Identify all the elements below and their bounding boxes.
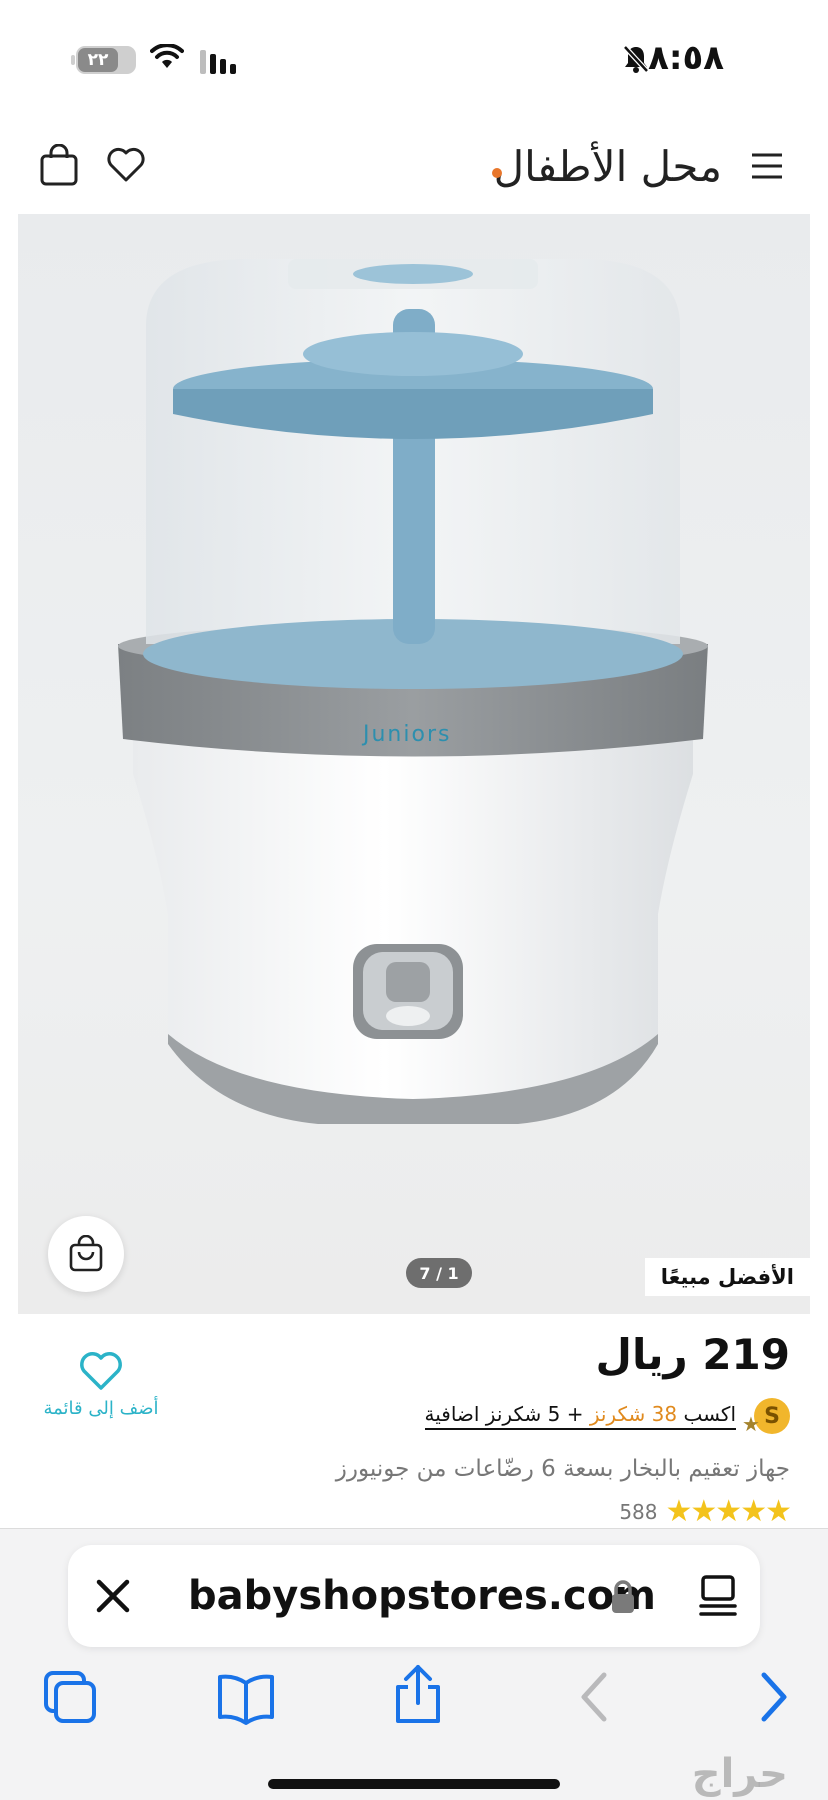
rating-count: 588 <box>619 1499 658 1524</box>
points-suffix: + 5 شكرنز اضافية <box>424 1402 584 1426</box>
wifi-icon <box>150 44 184 68</box>
add-to-list-button[interactable]: أضف إلى قائمة <box>38 1350 164 1419</box>
star-icon: ★ <box>742 1412 760 1436</box>
shukrans-coin-icon: S ★ <box>742 1398 790 1436</box>
shopping-bag-icon[interactable] <box>38 144 80 188</box>
clock: ٨:٥٨ <box>648 38 724 78</box>
close-icon[interactable] <box>90 1573 136 1619</box>
add-to-list-label: أضف إلى قائمة <box>43 1398 159 1419</box>
logo-text: محل الأطفال <box>493 142 722 191</box>
points-highlight: 38 شكرنز <box>589 1402 678 1426</box>
points-prefix: اكسب <box>683 1402 736 1426</box>
status-bar: ٢٢ ٨:٥٨ <box>0 0 828 120</box>
share-icon[interactable] <box>392 1663 444 1727</box>
bell-muted-icon <box>623 45 649 73</box>
heart-outline-icon <box>80 1352 122 1390</box>
back-arrow-icon[interactable] <box>576 1669 612 1725</box>
product-title[interactable]: جهاز تعقيم بالبخار بسعة 6 رضّاعات من جون… <box>336 1456 790 1482</box>
product-image-gallery[interactable]: Juniors 7 / 1 الأفضل مبيعًا <box>18 214 810 1314</box>
shopping-bag-icon <box>69 1235 103 1272</box>
logo-dot <box>491 168 502 178</box>
bookmarks-icon[interactable] <box>216 1669 276 1727</box>
product-price: 219 ريال <box>595 1330 790 1379</box>
site-logo[interactable]: محل الأطفال <box>491 142 722 191</box>
quick-add-to-cart-button[interactable] <box>48 1216 124 1292</box>
address-bar[interactable]: babyshopstores.com <box>68 1545 760 1647</box>
product-rating[interactable]: ★★★★★ 588 <box>619 1494 792 1529</box>
tabs-icon[interactable] <box>42 1669 100 1727</box>
rating-stars: ★★★★★ <box>665 1494 792 1529</box>
wishlist-heart-icon[interactable] <box>106 146 146 184</box>
best-seller-badge: الأفضل مبيعًا <box>644 1258 810 1296</box>
loyalty-points-row[interactable]: S ★ اكسب 38 شكرنز + 5 شكرنز اضافية <box>424 1398 790 1436</box>
hamburger-menu-icon[interactable] <box>750 152 784 180</box>
gallery-pager: 7 / 1 <box>406 1258 472 1288</box>
browser-nav-toolbar <box>0 1665 828 1739</box>
browser-toolbar: babyshopstores.com حراج <box>0 1528 828 1800</box>
reader-mode-icon[interactable] <box>698 1573 738 1619</box>
loyalty-points-text[interactable]: اكسب 38 شكرنز + 5 شكرنز اضافية <box>424 1402 736 1430</box>
home-indicator[interactable] <box>268 1779 560 1789</box>
page: ٢٢ ٨:٥٨ محل الأطفال Juniors 7 / 1 الأفضل… <box>0 0 828 1800</box>
url-text[interactable]: babyshopstores.com <box>188 1573 656 1619</box>
coin-letter: S <box>764 1403 780 1429</box>
site-header: محل الأطفال <box>0 130 828 210</box>
lock-icon <box>612 1580 634 1613</box>
watermark: حراج <box>691 1751 788 1797</box>
product-image <box>118 259 708 1124</box>
cellular-signal-icon <box>200 50 236 74</box>
battery-level: ٢٢ <box>78 48 118 72</box>
product-brand-print: Juniors <box>363 722 452 747</box>
forward-arrow-icon[interactable] <box>756 1669 792 1725</box>
battery-icon: ٢٢ <box>71 46 136 74</box>
